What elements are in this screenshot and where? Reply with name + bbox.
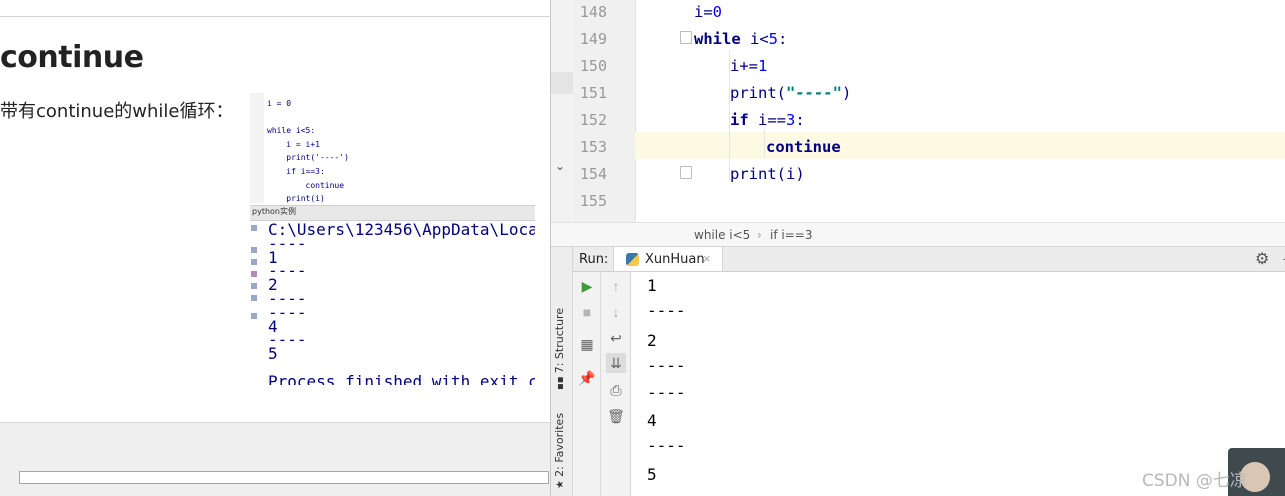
current-line-highlight — [635, 132, 1285, 159]
trash-icon[interactable]: 🗑 — [606, 406, 626, 426]
breadcrumb-separator: › — [757, 228, 762, 242]
code-editor[interactable]: ⌄ 148 149 150 151 152 153 154 155 i=0 wh… — [551, 0, 1285, 222]
layout-icon[interactable]: ▦ — [577, 334, 597, 354]
line-number-current: 153 — [579, 138, 607, 156]
thumb-gutter — [250, 93, 264, 203]
breadcrumb-item[interactable]: if i==3 — [770, 228, 812, 242]
scroll-end-icon[interactable]: ⇊ — [606, 353, 626, 373]
doc-paragraph: 带有continue的while循环： — [0, 101, 234, 122]
pin-icon[interactable]: 📌 — [577, 368, 597, 388]
stop-icon[interactable]: ■ — [577, 302, 597, 322]
line-numbers: 148 149 150 151 152 153 154 155 — [573, 0, 636, 222]
output-line: 1 — [647, 276, 657, 295]
indent-guide — [764, 130, 765, 158]
run-tab-label: XunHuan — [645, 252, 705, 267]
print-icon[interactable]: ⎙ — [606, 380, 626, 400]
thumb-output: C:\Users\123456\AppData\Local\Programs\P… — [268, 220, 535, 385]
code-line-current[interactable]: continue — [766, 138, 841, 156]
structure-tab[interactable]: ▪▪ 7: Structure — [553, 308, 566, 390]
document-pane: continue 带有continue的while循环： i = 0 while… — [0, 0, 550, 496]
output-line: ---- — [647, 383, 686, 402]
output-line: ---- — [647, 356, 686, 375]
line-number: 152 — [579, 111, 607, 129]
fold-marker-icon[interactable] — [680, 166, 692, 179]
line-number: 149 — [579, 30, 607, 48]
code-line[interactable]: print(i) — [730, 165, 805, 183]
gutter-highlight — [551, 72, 573, 94]
console-output[interactable]: 1 ---- 2 ---- ---- 4 ---- 5 — [631, 272, 1285, 496]
code-line[interactable]: i=0 — [694, 3, 722, 21]
output-line: 5 — [647, 465, 657, 484]
line-number: 151 — [579, 84, 607, 102]
watermark: CSDN @七凉 — [1142, 471, 1247, 491]
line-number: 155 — [579, 192, 607, 210]
run-tools-left: ▶ ■ ▦ 📌 — [573, 272, 601, 496]
left-gutter: ⌄ — [551, 0, 574, 222]
code-line[interactable]: while i<5: — [694, 30, 787, 48]
horizontal-scrollbar[interactable] — [19, 471, 549, 484]
fold-marker-icon[interactable] — [680, 31, 692, 44]
run-icon[interactable]: ▶ — [577, 276, 597, 296]
close-icon[interactable]: × — [703, 251, 711, 266]
output-line: ---- — [647, 436, 686, 455]
line-number: 154 — [579, 165, 607, 183]
code-line[interactable]: i+=1 — [730, 57, 767, 75]
thumb-side-icons — [250, 221, 260, 331]
breadcrumb: while i<5 › if i==3 — [551, 222, 1285, 247]
line-number: 150 — [579, 57, 607, 75]
thumb-run-label: python实例 — [252, 207, 296, 216]
doc-heading: continue — [0, 40, 144, 75]
tool-window-strip: ▪▪ 7: Structure ★ 2: Favorites — [551, 247, 573, 496]
python-icon — [626, 253, 639, 266]
code-line[interactable]: print("----") — [730, 84, 851, 102]
run-label: Run: — [579, 252, 609, 267]
chevron-down-icon[interactable]: ⌄ — [555, 159, 565, 173]
breadcrumb-item[interactable]: while i<5 — [694, 228, 750, 242]
soft-wrap-icon[interactable]: ↩ — [606, 328, 626, 348]
run-toolbar: Run: XunHuan × ⚙ – — [573, 247, 1285, 272]
output-line: ---- — [647, 301, 686, 320]
code-screenshot-image: i = 0 while i<5: i = i+1 print('----') i… — [250, 93, 535, 385]
thumb-code: i = 0 while i<5: i = i+1 print('----') i… — [267, 99, 349, 204]
run-tools-right: ↑ ↓ ↩ ⇊ ⎙ 🗑 — [601, 272, 631, 496]
output-line: 2 — [647, 331, 657, 350]
bottom-bar — [0, 422, 550, 496]
gear-icon[interactable]: ⚙ — [1255, 249, 1269, 269]
favorites-tab[interactable]: ★ 2: Favorites — [553, 413, 566, 489]
code-line[interactable]: if i==3: — [730, 111, 805, 129]
ide-pane: ⌄ 148 149 150 151 152 153 154 155 i=0 wh… — [550, 0, 1285, 496]
top-divider — [0, 16, 550, 17]
line-number: 148 — [579, 3, 607, 21]
down-icon[interactable]: ↓ — [606, 302, 626, 322]
run-tab-xunhuan[interactable]: XunHuan × — [613, 247, 723, 271]
output-line: 4 — [647, 411, 657, 430]
up-icon[interactable]: ↑ — [606, 276, 626, 296]
